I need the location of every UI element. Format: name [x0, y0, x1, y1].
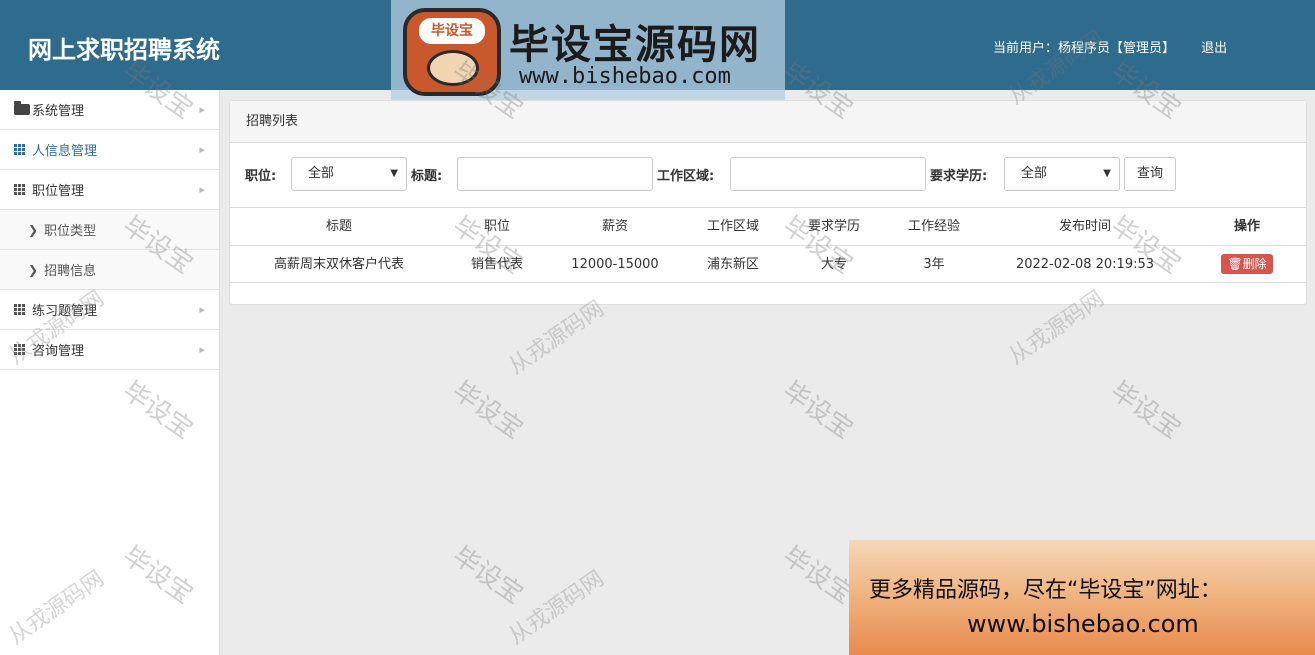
ad-url: www.bishebao.com [967, 610, 1199, 638]
watermark-text: 毕设宝 [777, 375, 859, 446]
logout-link[interactable]: 退出 [1201, 37, 1227, 56]
title-input[interactable] [457, 157, 653, 191]
app-title: 网上求职招聘系统 [28, 36, 220, 64]
sidebar-item-label: 咨询管理 [32, 344, 85, 359]
position-select-value: 全部 [308, 166, 335, 181]
search-button[interactable]: 查询 [1124, 157, 1177, 191]
folder-open-icon [14, 101, 30, 115]
table-header-row: 标题 职位 薪资 工作区域 要求学历 工作经验 发布时间 操作 [230, 207, 1306, 245]
table-row: 高薪周末双休客户代表 销售代表 12000-15000 浦东新区 大专 3年 2… [230, 245, 1306, 283]
sidebar-item-label: 人信息管理 [32, 144, 98, 159]
ad-text: 更多精品源码，尽在“毕设宝”网址： [869, 578, 1222, 603]
area-input[interactable] [730, 157, 926, 191]
cell-position: 销售代表 [470, 257, 523, 272]
education-filter-label: 要求学历: [930, 169, 988, 184]
trash-icon: 🗑 [1227, 257, 1243, 271]
grid-icon [14, 344, 30, 355]
sidebar: 系统管理 ▸ 人信息管理 ▸ 职位管理 ▸ ❯ 职位类型 ❯ 招聘信息 练习题管… [0, 90, 220, 655]
logo-watermark-banner: 毕设宝 毕设宝源码网 www.bishebao.com [391, 0, 785, 100]
education-select-value: 全部 [1021, 166, 1048, 181]
position-select[interactable]: 全部 ▼ [291, 157, 407, 191]
logo-url: www.bishebao.com [519, 64, 731, 89]
chevron-right-icon: ❯ [28, 262, 39, 277]
cell-action: 🗑删除 [1188, 246, 1306, 283]
col-header-title: 标题 [325, 219, 352, 234]
delete-button[interactable]: 🗑删除 [1221, 254, 1273, 274]
logo-badge-text: 毕设宝 [419, 18, 485, 44]
logo-face-icon [427, 50, 479, 86]
col-header-position: 职位 [483, 219, 510, 234]
watermark-text: 毕设宝 [447, 375, 529, 446]
sidebar-item-label: 系统管理 [32, 104, 85, 119]
chevron-right-icon: ▸ [199, 303, 205, 316]
chevron-right-icon: ▸ [199, 103, 205, 116]
sidebar-item-position[interactable]: 职位管理 ▸ [0, 170, 219, 210]
chevron-right-icon: ❯ [28, 222, 39, 237]
watermark-text: 从戎源码网 [504, 566, 609, 650]
delete-button-label: 删除 [1242, 257, 1267, 271]
cell-area: 浦东新区 [706, 257, 759, 272]
col-header-salary: 薪资 [601, 219, 628, 234]
panel-title: 招聘列表 [230, 101, 1306, 143]
chevron-down-icon: ▼ [390, 168, 398, 179]
cell-education: 大专 [820, 257, 847, 272]
sidebar-item-exercise[interactable]: 练习题管理 ▸ [0, 290, 219, 330]
sidebar-subitem-position-type[interactable]: ❯ 职位类型 [0, 210, 219, 250]
grid-icon [14, 144, 30, 155]
logo-name: 毕设宝源码网 [509, 22, 761, 68]
col-header-published: 发布时间 [1058, 219, 1111, 234]
grid-icon [14, 304, 30, 315]
cell-salary: 12000-15000 [571, 257, 659, 272]
chevron-right-icon: ▸ [199, 343, 205, 356]
sidebar-item-consult[interactable]: 咨询管理 ▸ [0, 330, 219, 370]
recruitment-list-panel: 招聘列表 职位: 全部 ▼ 标题: 工作区域: 要求学历: 全部 ▼ 查询 标题… [229, 100, 1307, 305]
watermark-text: 毕设宝 [447, 540, 529, 611]
sidebar-item-personal-info[interactable]: 人信息管理 ▸ [0, 130, 219, 170]
ad-banner: 更多精品源码，尽在“毕设宝”网址： www.bishebao.com [849, 540, 1315, 655]
watermark-text: 毕设宝 [1105, 375, 1187, 446]
filter-bar: 职位: 全部 ▼ 标题: 工作区域: 要求学历: 全部 ▼ 查询 [230, 143, 1306, 207]
cell-experience: 3年 [923, 257, 945, 272]
sidebar-item-system[interactable]: 系统管理 ▸ [0, 90, 219, 130]
sidebar-item-label: 职位类型 [44, 224, 97, 239]
col-header-area: 工作区域 [706, 219, 759, 234]
grid-icon [14, 184, 30, 195]
current-user-text: 当前用户：杨程序员【管理员】 [993, 41, 1176, 56]
sidebar-item-label: 练习题管理 [32, 304, 98, 319]
chevron-right-icon: ▸ [199, 183, 205, 196]
col-header-education: 要求学历 [807, 219, 860, 234]
area-filter-label: 工作区域: [657, 169, 715, 184]
education-select[interactable]: 全部 ▼ [1004, 157, 1120, 191]
bishebao-logo-icon: 毕设宝 [403, 8, 501, 96]
sidebar-item-label: 招聘信息 [44, 264, 97, 279]
cell-published: 2022-02-08 20:19:53 [1015, 257, 1155, 272]
sidebar-item-label: 职位管理 [32, 184, 85, 199]
position-filter-label: 职位: [245, 169, 277, 184]
col-header-action: 操作 [1233, 219, 1260, 234]
cell-title: 高薪周末双休客户代表 [273, 257, 404, 272]
chevron-right-icon: ▸ [199, 143, 205, 156]
col-header-experience: 工作经验 [907, 219, 960, 234]
title-filter-label: 标题: [411, 169, 443, 184]
sidebar-subitem-recruitment-info[interactable]: ❯ 招聘信息 [0, 250, 219, 290]
user-area: 当前用户：杨程序员【管理员】 退出 [993, 37, 1227, 56]
recruitment-table: 标题 职位 薪资 工作区域 要求学历 工作经验 发布时间 操作 高薪周末双休客户… [230, 207, 1306, 283]
chevron-down-icon: ▼ [1103, 168, 1111, 179]
